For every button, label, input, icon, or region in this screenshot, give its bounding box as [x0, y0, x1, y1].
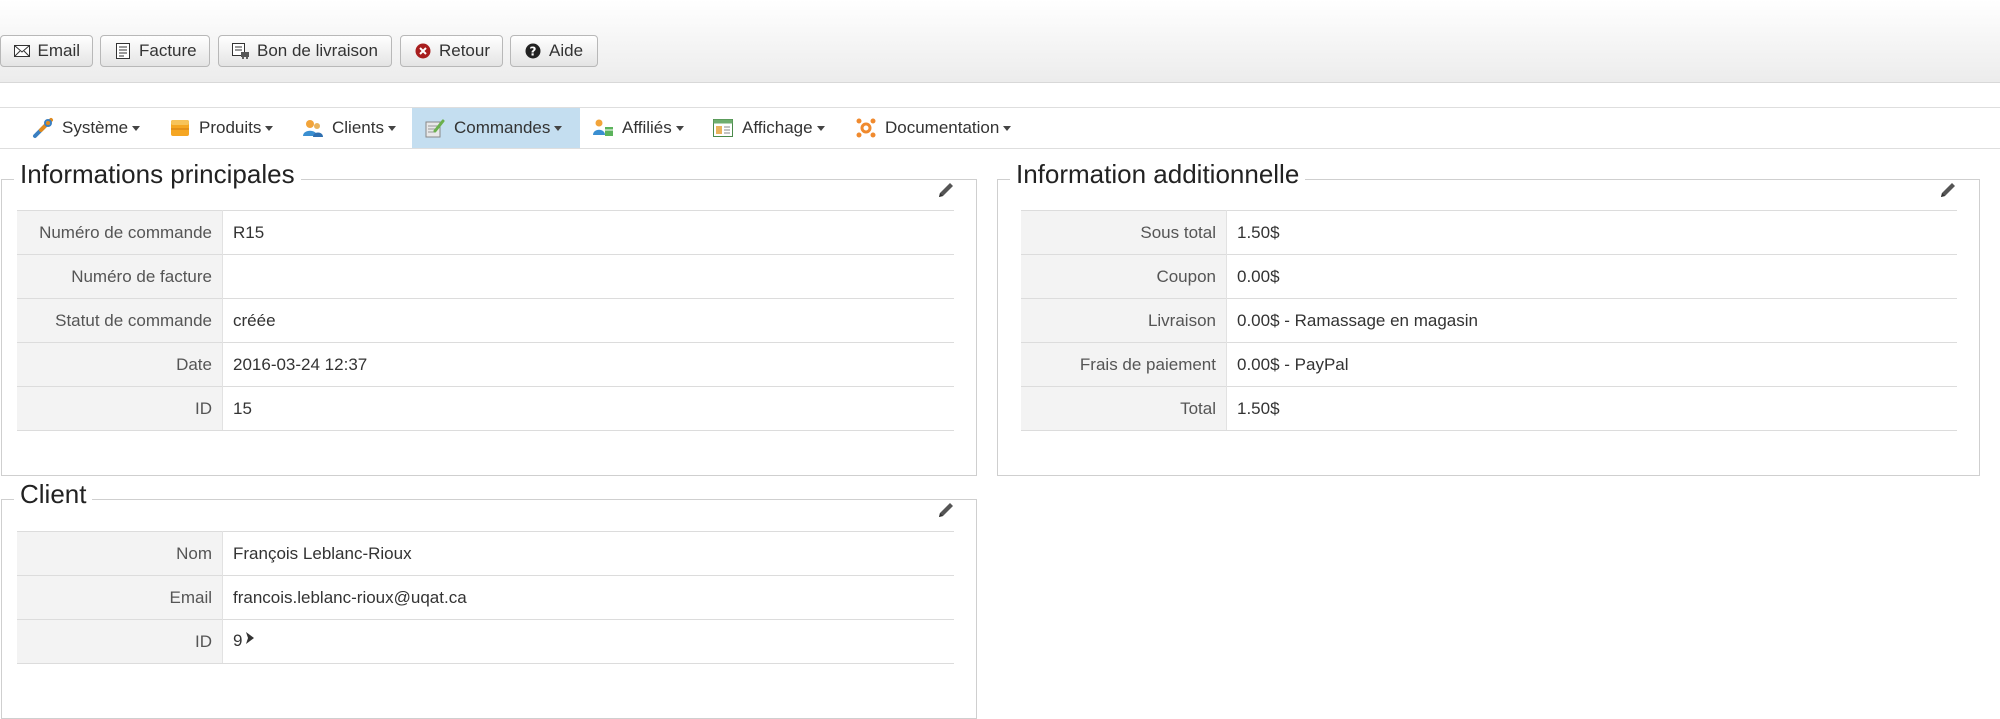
email-button-label: Email	[37, 41, 80, 60]
row-label: Livraison	[1021, 298, 1227, 343]
delivery-note-icon	[231, 41, 251, 61]
menu-item-affichage[interactable]: Affichage	[700, 108, 837, 148]
table-row: Nom François Leblanc-Rioux	[17, 531, 954, 576]
menu-item-produits[interactable]: Produits	[157, 108, 285, 148]
client-title: Client	[14, 477, 93, 511]
table-row: Numéro de facture	[17, 254, 954, 299]
row-value	[222, 254, 954, 299]
menu-item-systeme[interactable]: Système	[20, 108, 152, 148]
mouse-cursor-icon	[244, 631, 256, 652]
table-row: Livraison 0.00$ - Ramassage en magasin	[1021, 298, 1957, 343]
help-button-label: Aide	[549, 41, 584, 60]
client-table: Nom François Leblanc-Rioux Email francois.…	[17, 531, 954, 664]
row-label: Nom	[17, 531, 223, 576]
menu-item-documentation-label: Documentation	[885, 118, 1000, 137]
menu-item-commandes-label: Commandes	[454, 118, 551, 137]
table-row: ID 9	[17, 619, 954, 664]
row-value: 1.50$	[1226, 210, 1957, 255]
invoice-icon	[113, 41, 133, 61]
toolbar: Email Facture Bon de livraison Retour ? …	[0, 0, 2000, 83]
table-row: Statut de commande créée	[17, 298, 954, 343]
menu-item-affilies-label: Affiliés	[622, 118, 672, 137]
pencil-icon[interactable]	[936, 500, 956, 520]
row-label: Date	[17, 342, 223, 387]
row-value: 1.50$	[1226, 386, 1957, 431]
tools-icon	[32, 117, 54, 139]
row-value: François Leblanc-Rioux	[222, 531, 954, 576]
envelope-icon	[13, 41, 31, 61]
menu-item-produits-label: Produits	[199, 118, 262, 137]
row-label: Frais de paiement	[1021, 342, 1227, 387]
row-value: 9	[233, 631, 243, 650]
display-icon	[712, 117, 734, 139]
client-id-cell: 9	[222, 619, 954, 664]
menu-item-systeme-label: Système	[62, 118, 129, 137]
row-value: 2016-03-24 12:37	[222, 342, 954, 387]
chevron-down-icon	[387, 125, 396, 131]
invoice-button-label: Facture	[139, 41, 197, 60]
table-row: Date 2016-03-24 12:37	[17, 342, 954, 387]
menu-item-affichage-label: Affichage	[742, 118, 813, 137]
row-value: 0.00$ - Ramassage en magasin	[1226, 298, 1957, 343]
row-label: Total	[1021, 386, 1227, 431]
menu-item-affilies[interactable]: Affiliés	[580, 108, 696, 148]
table-row: Frais de paiement 0.00$ - PayPal	[1021, 342, 1957, 387]
row-label: Email	[17, 575, 223, 620]
row-value: francois.leblanc-rioux@uqat.ca	[222, 575, 954, 620]
chevron-down-icon	[675, 125, 684, 131]
table-row: Total 1.50$	[1021, 386, 1957, 431]
cancel-circle-icon	[413, 41, 433, 61]
chevron-down-icon	[132, 125, 141, 131]
delivery-note-button[interactable]: Bon de livraison	[218, 35, 392, 67]
main-info-panel: Informations principales Numéro de comma…	[1, 157, 977, 476]
row-value: 0.00$	[1226, 254, 1957, 299]
row-label: Sous total	[1021, 210, 1227, 255]
table-row: Email francois.leblanc-rioux@uqat.ca	[17, 575, 954, 620]
chevron-down-icon	[265, 125, 274, 131]
additional-info-title: Information additionnelle	[1010, 157, 1306, 191]
row-value: créée	[222, 298, 954, 343]
pencil-icon[interactable]	[1938, 180, 1958, 200]
row-value: 15	[222, 386, 954, 431]
row-value: 0.00$ - PayPal	[1226, 342, 1957, 387]
affiliates-icon	[592, 117, 614, 139]
help-button[interactable]: ? Aide	[510, 35, 598, 67]
invoice-button[interactable]: Facture	[100, 35, 210, 67]
table-row: Numéro de commande R15	[17, 210, 954, 255]
row-label: Numéro de facture	[17, 254, 223, 299]
main-menu: Système Produits Clients Commandes Affil…	[0, 107, 2000, 149]
products-icon	[169, 117, 191, 139]
row-label: ID	[17, 619, 223, 664]
clients-icon	[302, 117, 324, 139]
chevron-down-icon	[1003, 125, 1012, 131]
pencil-icon[interactable]	[936, 180, 956, 200]
menu-item-documentation[interactable]: Documentation	[843, 108, 1023, 148]
table-row: ID 15	[17, 386, 954, 431]
row-label: Numéro de commande	[17, 210, 223, 255]
return-button[interactable]: Retour	[400, 35, 503, 67]
table-row: Coupon 0.00$	[1021, 254, 1957, 299]
row-label: Coupon	[1021, 254, 1227, 299]
help-icon: ?	[523, 41, 543, 61]
main-info-title: Informations principales	[14, 157, 301, 191]
menu-item-commandes[interactable]: Commandes	[412, 108, 580, 148]
row-label: ID	[17, 386, 223, 431]
main-info-table: Numéro de commande R15 Numéro de facture …	[17, 210, 954, 431]
svg-text:?: ?	[530, 45, 537, 59]
chevron-down-icon	[816, 125, 825, 131]
row-value: R15	[222, 210, 954, 255]
additional-info-panel: Information additionnelle Sous total 1.50…	[997, 157, 1980, 476]
delivery-note-button-label: Bon de livraison	[257, 41, 378, 60]
email-button[interactable]: Email	[0, 35, 93, 67]
client-panel: Client Nom François Leblanc-Rioux Email fr…	[1, 477, 977, 719]
menu-item-clients[interactable]: Clients	[290, 108, 408, 148]
documentation-icon	[855, 117, 877, 139]
chevron-down-icon	[554, 125, 563, 131]
additional-info-table: Sous total 1.50$ Coupon 0.00$ Livraison 0.0…	[1021, 210, 1957, 431]
table-row: Sous total 1.50$	[1021, 210, 1957, 255]
row-label: Statut de commande	[17, 298, 223, 343]
return-button-label: Retour	[438, 41, 490, 60]
orders-icon	[424, 117, 446, 139]
menu-item-clients-label: Clients	[332, 118, 384, 137]
